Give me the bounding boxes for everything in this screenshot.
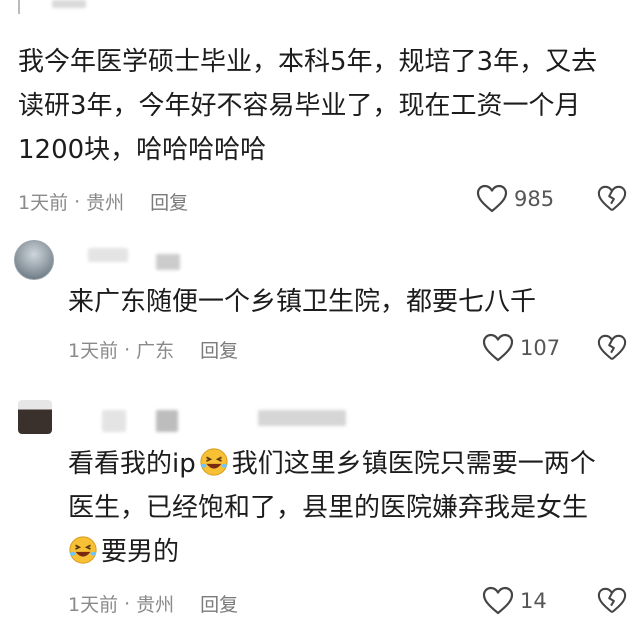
heart-icon — [476, 184, 508, 213]
top-partial-username — [52, 0, 86, 8]
dislike-button[interactable] — [597, 333, 627, 367]
comment-location: 贵州 — [86, 192, 125, 214]
comment-2-meta: 1天前 · 广东 回复 — [68, 336, 238, 363]
comment-3-line: 医生，已经饱和了，县里的医院嫌弃我是女生 — [68, 493, 589, 523]
like-button[interactable]: 14 — [482, 586, 547, 616]
like-button[interactable]: 107 — [482, 333, 560, 363]
comment-3-meta: 1天前 · 贵州 回复 — [68, 590, 238, 617]
user-tag-blurred — [258, 410, 346, 426]
dislike-button[interactable] — [597, 184, 627, 218]
broken-heart-icon — [597, 587, 627, 614]
heart-icon — [482, 586, 514, 615]
reply-button[interactable]: 回复 — [150, 188, 188, 215]
comment-1-line: 读研3年，今年好不容易毕业了，现在工资一个月 — [18, 91, 581, 121]
comment-3-text-part: 我们这里乡镇医院只需要一两个 — [231, 449, 596, 479]
username-blurred — [88, 248, 128, 262]
broken-heart-icon — [597, 185, 627, 212]
meta-separator: · — [124, 338, 131, 361]
comment-location: 贵州 — [136, 594, 175, 616]
user-badge-blurred — [156, 410, 178, 432]
broken-heart-icon — [597, 334, 627, 361]
reply-button[interactable]: 回复 — [200, 336, 238, 363]
avatar[interactable] — [14, 240, 54, 280]
meta-separator: · — [74, 190, 81, 213]
comment-3-text-part: 要男的 — [101, 537, 180, 567]
comment-time: 1天前 — [68, 340, 119, 362]
laughing-emoji-icon — [69, 536, 97, 564]
comment-1-line: 我今年医学硕士毕业，本科5年，规培了3年，又去 — [18, 47, 598, 77]
comment-1-line: 1200块，哈哈哈哈哈 — [18, 135, 267, 165]
laughing-emoji-icon — [200, 448, 228, 476]
like-count: 985 — [514, 187, 555, 211]
like-count: 14 — [520, 589, 547, 613]
heart-icon — [482, 333, 514, 362]
like-button[interactable]: 985 — [476, 184, 554, 214]
like-count: 107 — [520, 336, 561, 360]
meta-separator: · — [124, 592, 131, 615]
comment-3-line: 要男的 — [68, 530, 596, 574]
comment-3-text-part: 看看我的ip — [68, 449, 196, 479]
comment-1-meta: 1天前 · 贵州 回复 — [18, 188, 188, 215]
comment-3-text: 看看我的ip 我们这里乡镇医院只需要一两个 医生，已经饱和了，县里的医院嫌弃我是女… — [68, 442, 596, 574]
top-partial-bar — [18, 0, 20, 14]
reply-button[interactable]: 回复 — [200, 590, 238, 617]
user-badge-blurred — [156, 254, 180, 270]
comment-1-text: 我今年医学硕士毕业，本科5年，规培了3年，又去 读研3年，今年好不容易毕业了，现… — [18, 40, 597, 172]
comment-2-text: 来广东随便一个乡镇卫生院，都要七八千 — [68, 280, 536, 324]
comment-time: 1天前 — [18, 192, 69, 214]
username-blurred — [102, 410, 126, 432]
comment-location: 广东 — [136, 340, 175, 362]
comment-time: 1天前 — [68, 594, 119, 616]
dislike-button[interactable] — [597, 586, 627, 620]
comment-3-line: 看看我的ip 我们这里乡镇医院只需要一两个 — [68, 442, 596, 486]
avatar[interactable] — [18, 400, 52, 434]
comment-2-line: 来广东随便一个乡镇卫生院，都要七八千 — [68, 287, 537, 317]
